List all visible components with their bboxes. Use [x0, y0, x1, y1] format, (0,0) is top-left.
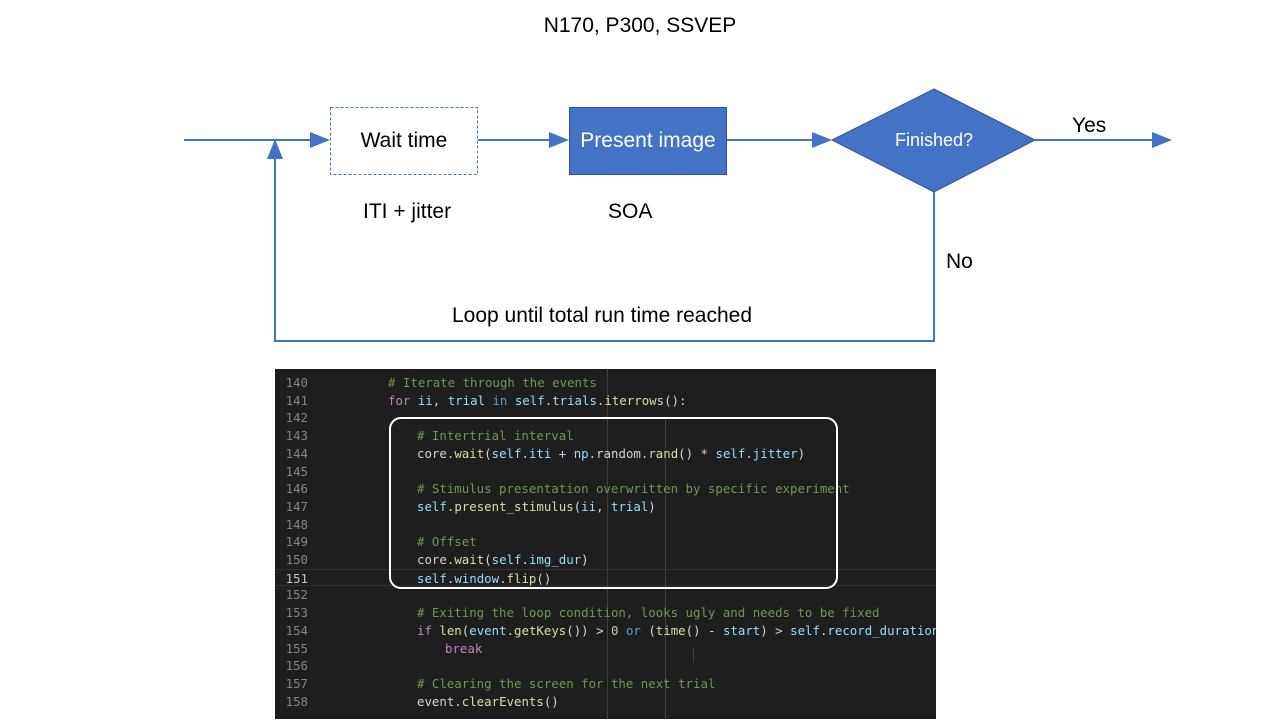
line-number: 145 — [285, 463, 308, 479]
code-line: 153 # Exiting the loop condition, looks u… — [275, 604, 936, 622]
code-line: 141 for ii, trial in self.trials.iterrows… — [275, 392, 936, 410]
code-line: 157 # Clearing the screen for the next tr… — [275, 675, 936, 693]
finished-label: Finished? — [894, 129, 974, 150]
line-number: 154 — [285, 622, 308, 638]
line-number: 157 — [285, 675, 308, 691]
code-text: # Exiting the loop condition, looks ugly… — [417, 605, 880, 621]
code-text: for ii, trial in self.trials.iterrows(): — [388, 392, 687, 408]
code-text: event.clearEvents() — [417, 693, 559, 709]
line-number: 144 — [285, 445, 308, 461]
yes-label: Yes — [1072, 114, 1107, 137]
line-number: 143 — [285, 428, 308, 444]
line-number: 149 — [285, 534, 308, 550]
line-number: 148 — [285, 516, 308, 532]
present-image-label: Present image — [580, 129, 716, 152]
line-number: 147 — [285, 498, 308, 514]
code-line: 152 — [275, 586, 936, 604]
code-line: 155 break — [275, 640, 936, 658]
line-number: 146 — [285, 481, 308, 497]
line-number: 156 — [285, 658, 308, 674]
line-number: 140 — [285, 375, 308, 390]
code-line: 156 — [275, 657, 936, 675]
highlight-box — [389, 417, 838, 589]
line-number: 153 — [285, 605, 308, 621]
no-label: No — [946, 250, 973, 273]
code-text: # Clearing the screen for the next trial — [417, 675, 716, 691]
wait-time-label: Wait time — [360, 129, 448, 152]
line-number: 152 — [285, 587, 308, 603]
line-number: 155 — [285, 640, 308, 656]
code-line: 140 # Iterate through the events — [275, 374, 936, 392]
line-number: 142 — [285, 410, 308, 426]
code-text: break — [445, 640, 483, 656]
code-line: 158 event.clearEvents() — [275, 693, 936, 711]
line-number: 141 — [285, 392, 308, 408]
code-text: if len(event.getKeys()) > 0 or (time() -… — [417, 622, 936, 638]
code-line: 154 if len(event.getKeys()) > 0 or (time(… — [275, 622, 936, 640]
soa-caption: SOA — [608, 200, 653, 223]
line-number: 158 — [285, 693, 308, 709]
loop-label: Loop until total run time reached — [452, 304, 753, 327]
iti-jitter-caption: ITI + jitter — [363, 200, 452, 223]
code-text: # Iterate through the events — [388, 375, 597, 390]
line-number: 150 — [285, 552, 308, 567]
line-number: 151 — [285, 570, 308, 586]
